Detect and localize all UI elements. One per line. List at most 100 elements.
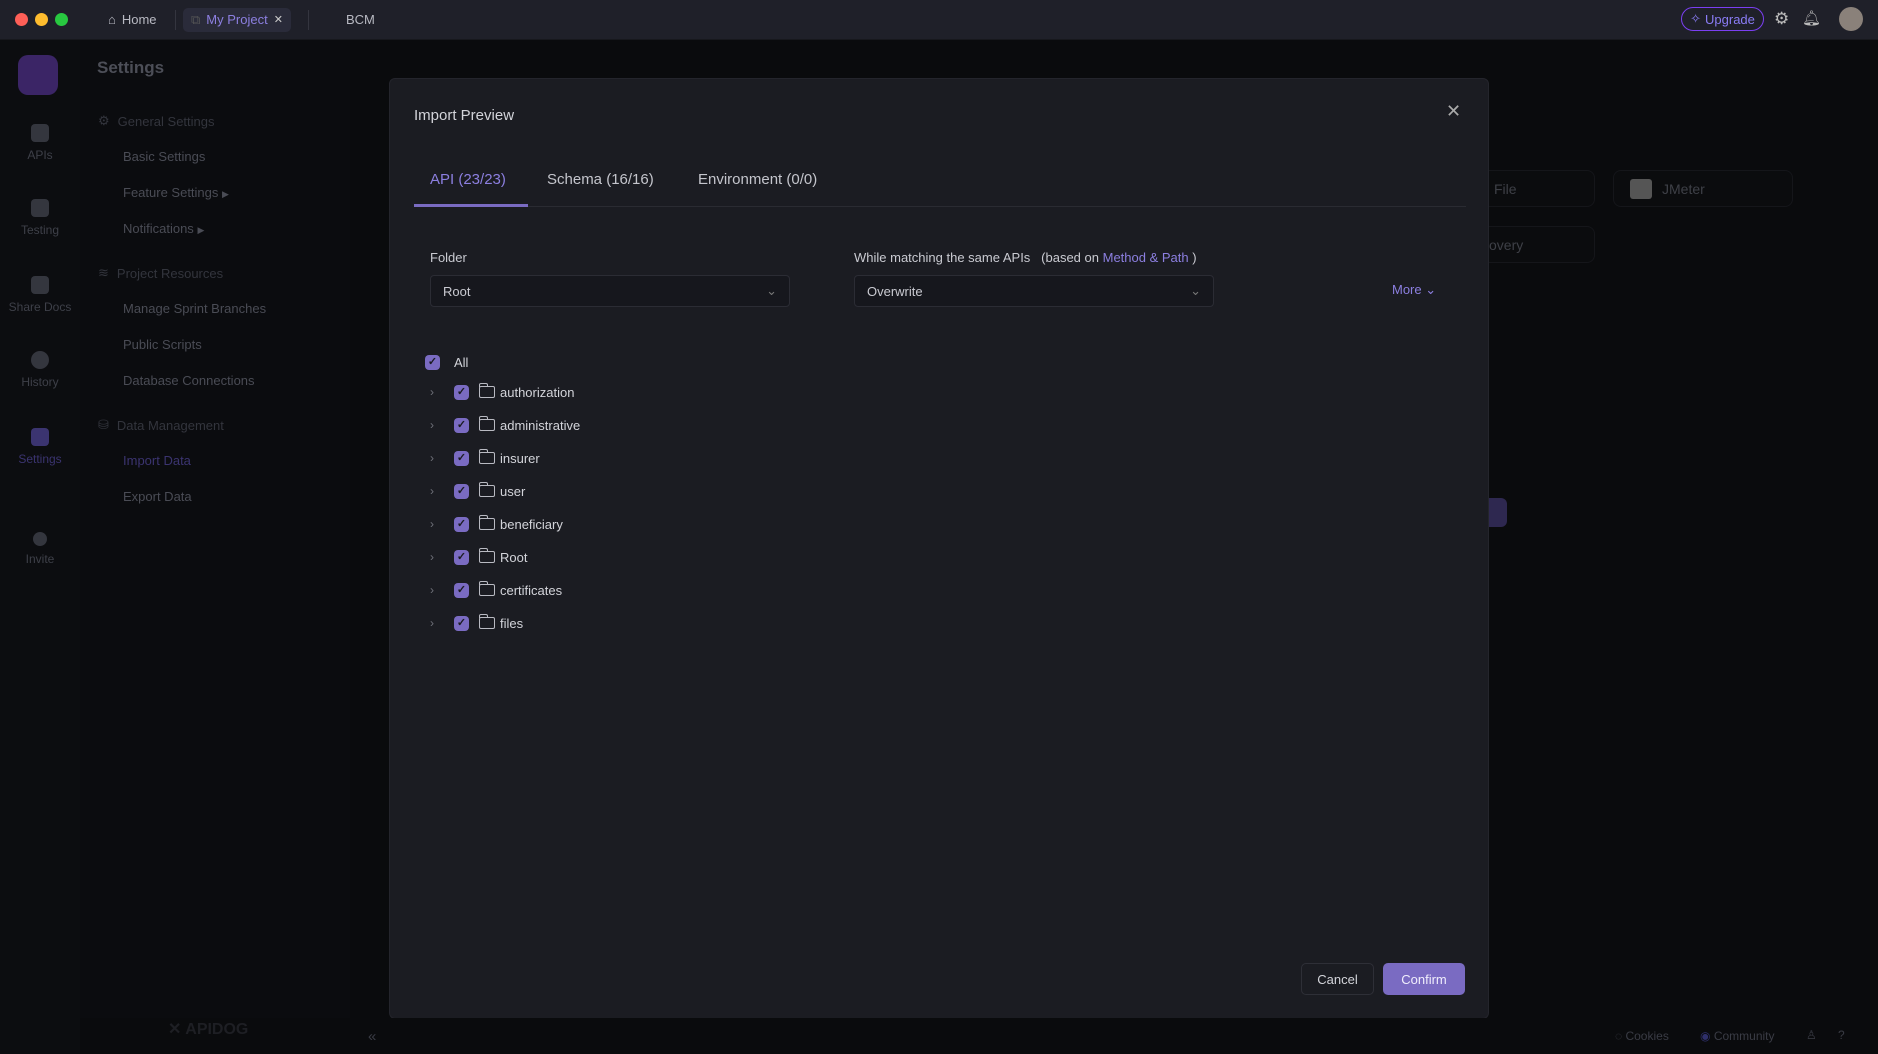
layers-icon: ≋: [98, 265, 109, 280]
nav-item-database-connections[interactable]: Database Connections: [123, 373, 255, 388]
folder-row[interactable]: › ✓ administrative: [430, 414, 580, 436]
external-link-icon: ⧉: [191, 12, 201, 27]
chevron-down-icon: ⌄: [766, 283, 777, 298]
checkbox-checked-icon[interactable]: ✓: [454, 417, 469, 433]
chevron-right-icon[interactable]: ›: [430, 451, 446, 465]
folder-icon: [478, 416, 495, 431]
nav-item-sprint-branches[interactable]: Manage Sprint Branches: [123, 301, 266, 316]
settings-icon: [31, 428, 49, 446]
upgrade-button[interactable]: ✧ Upgrade: [1681, 7, 1764, 31]
sparkle-icon: ✧: [1690, 11, 1702, 26]
checkbox-checked-icon[interactable]: ✓: [454, 516, 469, 532]
nav-item-notifications[interactable]: Notifications ▶: [123, 221, 204, 236]
invite-icon: [33, 532, 47, 546]
nav-group-general: ⚙ General Settings: [98, 113, 215, 129]
more-button[interactable]: More ⌄: [1392, 282, 1436, 298]
rail-item-testing[interactable]: Testing: [0, 199, 80, 237]
import-card-jmeter[interactable]: JMeter: [1613, 170, 1793, 207]
checkbox-checked-icon[interactable]: ✓: [454, 582, 469, 598]
maximize-window-button[interactable]: [55, 13, 68, 26]
chevron-right-icon[interactable]: ›: [430, 517, 446, 531]
nav-group-data-management: ⛁ Data Management: [98, 417, 224, 433]
confirm-button[interactable]: Confirm: [1383, 963, 1465, 995]
tab-my-project[interactable]: ⧉ My Project ✕: [183, 8, 291, 32]
rail-item-share-docs[interactable]: Share Docs: [0, 276, 80, 314]
collapse-sidebar-icon[interactable]: «: [368, 1028, 376, 1045]
avatar[interactable]: [1839, 7, 1863, 31]
checkbox-checked-icon[interactable]: ✓: [425, 354, 440, 370]
folder-row[interactable]: › ✓ authorization: [430, 381, 574, 403]
apidog-logo: ✕ APIDOG: [168, 1021, 249, 1038]
chevron-right-icon[interactable]: ›: [430, 418, 446, 432]
folder-select[interactable]: Root ⌄: [430, 275, 790, 307]
select-all-row[interactable]: ✓ All: [425, 351, 468, 373]
caret-right-icon: ▶: [197, 225, 205, 235]
nav-item-basic-settings[interactable]: Basic Settings: [123, 149, 205, 164]
folder-row[interactable]: › ✓ insurer: [430, 447, 540, 469]
chevron-right-icon[interactable]: ›: [430, 484, 446, 498]
checkbox-checked-icon[interactable]: ✓: [454, 549, 469, 565]
tab-schema[interactable]: Schema (16/16): [547, 171, 654, 188]
match-mode-select[interactable]: Overwrite ⌄: [854, 275, 1214, 307]
rail-item-invite[interactable]: Invite: [0, 532, 80, 566]
method-path-link[interactable]: Method & Path: [1103, 250, 1189, 265]
active-tab-indicator: [414, 204, 528, 207]
discord-icon: ◉: [1700, 1029, 1711, 1043]
folder-label: Folder: [430, 250, 467, 265]
folder-row[interactable]: › ✓ files: [430, 612, 523, 634]
jmeter-icon: [1630, 178, 1652, 199]
chevron-down-icon: ⌄: [1425, 282, 1437, 297]
chevron-right-icon[interactable]: ›: [430, 385, 446, 399]
folder-row[interactable]: › ✓ user: [430, 480, 525, 502]
project-logo[interactable]: [18, 55, 58, 95]
chevron-right-icon[interactable]: ›: [430, 550, 446, 564]
folder-row[interactable]: › ✓ certificates: [430, 579, 562, 601]
checkbox-checked-icon[interactable]: ✓: [454, 384, 469, 400]
checkbox-checked-icon[interactable]: ✓: [454, 615, 469, 631]
folder-icon: [478, 449, 495, 464]
close-icon[interactable]: ✕: [1446, 101, 1461, 122]
folder-row[interactable]: › ✓ Root: [430, 546, 527, 568]
folder-icon: [478, 614, 495, 629]
folder-name: beneficiary: [500, 516, 563, 532]
chevron-right-icon[interactable]: ›: [430, 616, 446, 630]
caret-right-icon: ▶: [222, 189, 229, 199]
folder-icon: [478, 482, 495, 497]
rail-item-history[interactable]: History: [0, 351, 80, 389]
shirt-icon[interactable]: ♙: [1806, 1028, 1817, 1042]
tab-home[interactable]: ⌂ Home: [100, 8, 165, 32]
bell-icon[interactable]: 🔔︎: [1802, 9, 1821, 27]
nav-item-feature-settings[interactable]: Feature Settings ▶: [123, 185, 229, 200]
nav-item-import-data[interactable]: Import Data: [123, 453, 191, 468]
rail-item-apis[interactable]: APIs: [0, 124, 80, 162]
apis-icon: [31, 124, 49, 142]
folder-name: authorization: [500, 384, 575, 400]
tab-api[interactable]: API (23/23): [430, 171, 506, 188]
checkbox-checked-icon[interactable]: ✓: [454, 450, 469, 466]
cookies-link[interactable]: ◌ Cookies: [1615, 1029, 1669, 1043]
nav-item-export-data[interactable]: Export Data: [123, 489, 192, 504]
chevron-right-icon[interactable]: ›: [430, 583, 446, 597]
community-link[interactable]: ◉ Community: [1700, 1029, 1775, 1043]
tab-bcm[interactable]: BCM: [338, 8, 383, 32]
cancel-button[interactable]: Cancel: [1301, 963, 1374, 995]
folder-icon: [478, 581, 495, 596]
checkbox-checked-icon[interactable]: ✓: [454, 483, 469, 499]
rail-item-settings[interactable]: Settings: [0, 428, 80, 466]
folder-row[interactable]: › ✓ beneficiary: [430, 513, 563, 535]
chevron-down-icon: ⌄: [1190, 283, 1201, 298]
nav-item-public-scripts[interactable]: Public Scripts: [123, 337, 202, 352]
folder-icon: [478, 548, 495, 563]
database-icon: ⛁: [98, 417, 109, 432]
help-icon[interactable]: ?: [1838, 1028, 1845, 1042]
folder-name: Root: [500, 549, 528, 565]
settings-title: Settings: [97, 58, 165, 77]
close-tab-icon[interactable]: ✕: [274, 8, 283, 32]
footer-bar: « ◌ Cookies ◉ Community ♙ ?: [350, 1018, 1878, 1054]
close-window-button[interactable]: [15, 13, 28, 26]
divider: [308, 10, 309, 30]
tab-environment[interactable]: Environment (0/0): [698, 171, 817, 188]
tabs-divider: [414, 206, 1466, 207]
minimize-window-button[interactable]: [35, 13, 48, 26]
gear-icon[interactable]: ⚙: [1774, 9, 1789, 29]
